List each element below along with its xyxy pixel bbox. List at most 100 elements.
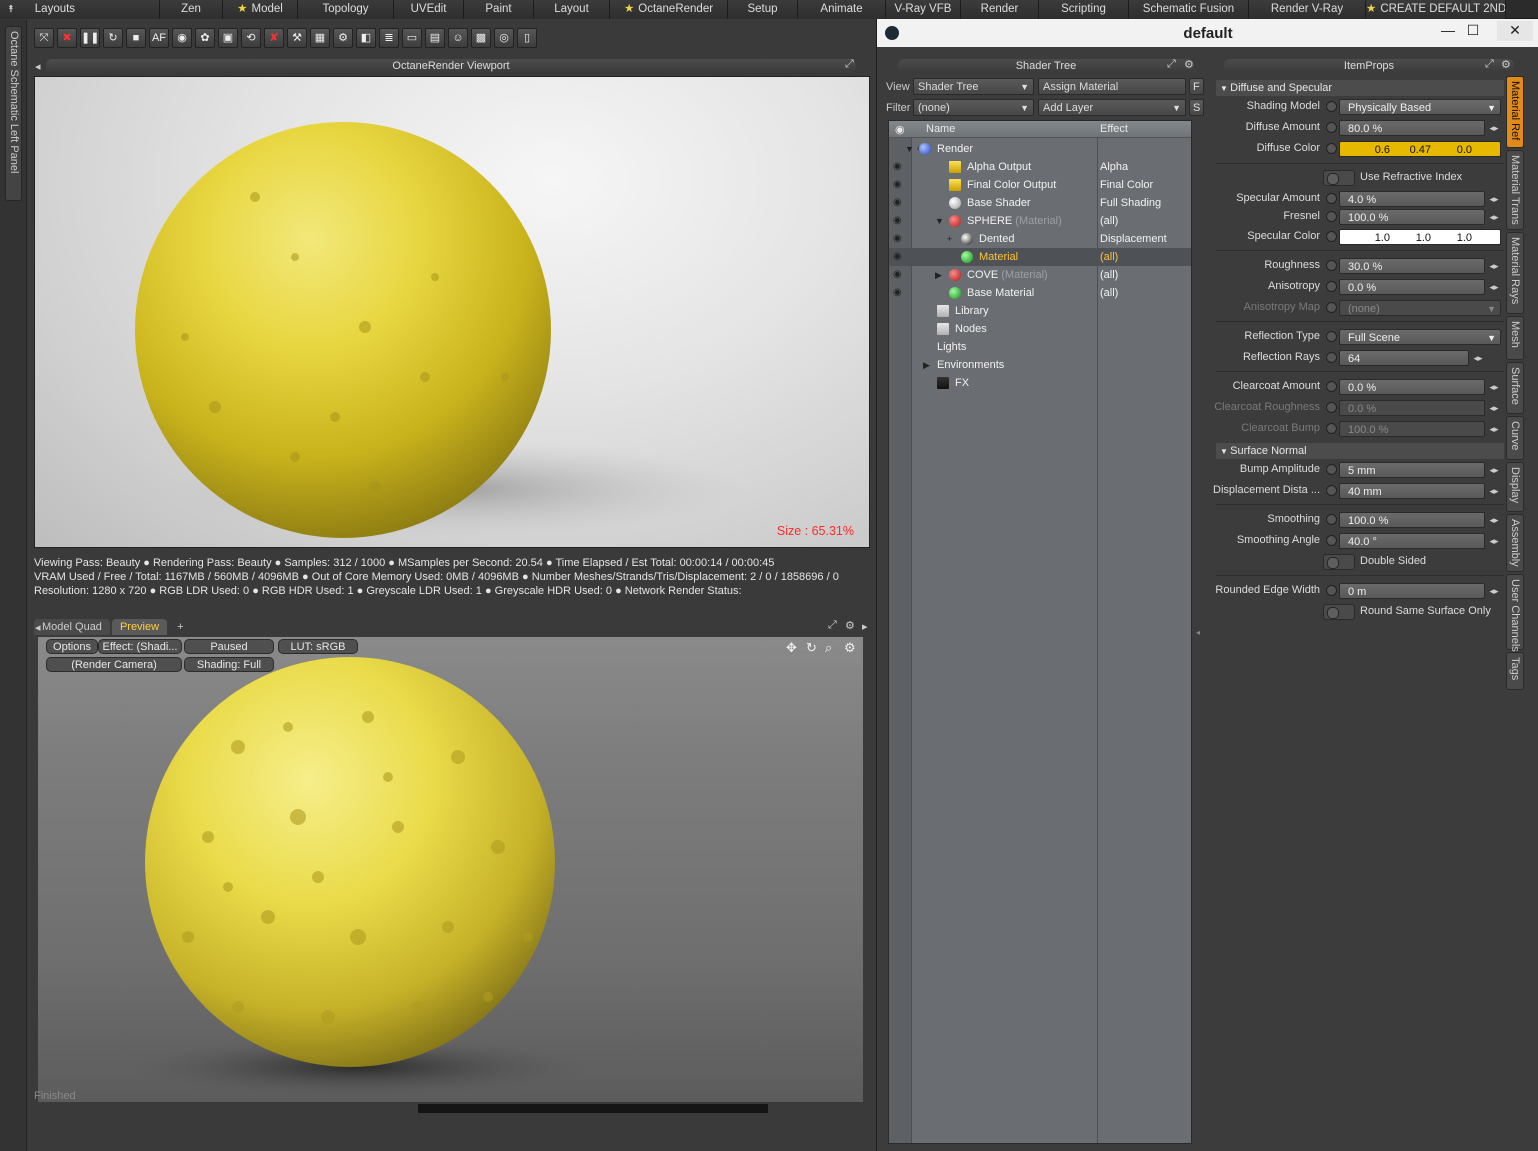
reset-icon[interactable]: ⟲ bbox=[241, 28, 261, 48]
layout-tab-11[interactable]: Render bbox=[961, 0, 1039, 19]
anisotropy-spinner-icon[interactable]: ◂▸ bbox=[1487, 280, 1501, 294]
tree-row[interactable]: ◉ Base Shader Full Shading bbox=[889, 194, 1191, 212]
lut-dropdown[interactable]: LUT: sRGB bbox=[278, 639, 358, 654]
anisotropy-field[interactable]: 0.0 % bbox=[1339, 279, 1485, 295]
eye-icon[interactable]: ◉ bbox=[893, 176, 902, 194]
specular-amount-field[interactable]: 4.0 % bbox=[1339, 191, 1485, 207]
assign-material-button[interactable]: Assign Material bbox=[1038, 78, 1186, 95]
roughness-field[interactable]: 30.0 % bbox=[1339, 258, 1485, 274]
film-icon[interactable]: ◎ bbox=[494, 28, 514, 48]
displacement-distance-keyframe-icon[interactable] bbox=[1326, 485, 1337, 496]
tree-row[interactable]: ◉ Alpha Output Alpha bbox=[889, 158, 1191, 176]
column-name[interactable]: Name bbox=[926, 123, 955, 135]
clearcoat-bump-field[interactable]: 100.0 % bbox=[1339, 421, 1485, 437]
maximize-icon-2[interactable]: ⤢ bbox=[828, 619, 837, 632]
filter-dropdown[interactable]: (none) ▼ bbox=[913, 99, 1034, 116]
side-tab-1[interactable]: Material Trans bbox=[1506, 150, 1524, 230]
layout-tab-0[interactable]: ⯭ Layouts bbox=[0, 0, 160, 19]
tree-row[interactable]: ▼ + Render bbox=[889, 140, 1191, 158]
tab-model-quad[interactable]: Model Quad bbox=[34, 619, 110, 635]
color-icon[interactable]: ✿ bbox=[195, 28, 215, 48]
layout-tab-7[interactable]: ★ OctaneRender bbox=[610, 0, 728, 19]
fresnel-spinner-icon[interactable]: ◂▸ bbox=[1487, 210, 1501, 224]
reflection-rays-spinner-icon[interactable]: ◂▸ bbox=[1471, 351, 1485, 365]
region-icon[interactable]: ▣ bbox=[218, 28, 238, 48]
s-button[interactable]: S bbox=[1189, 99, 1204, 116]
layout-tab-3[interactable]: Topology bbox=[298, 0, 394, 19]
section-surface-normal[interactable]: ▼ Surface Normal bbox=[1216, 443, 1504, 459]
stop-red-icon[interactable]: ✖ bbox=[57, 28, 77, 48]
doc-icon[interactable]: ▯ bbox=[517, 28, 537, 48]
shader-tree-maximize-icon[interactable]: ⤢ bbox=[1167, 58, 1176, 71]
smoothing-keyframe-icon[interactable] bbox=[1326, 514, 1337, 525]
zoom-icon[interactable]: ⌕ bbox=[825, 640, 832, 656]
reflection-type-field[interactable]: Full Scene ▼ bbox=[1339, 329, 1501, 345]
anisotropy-map-field[interactable]: (none) ▼ bbox=[1339, 300, 1501, 316]
rounded-edge-width-field[interactable]: 0 m bbox=[1339, 583, 1485, 599]
octane-schematic-left-panel-tab[interactable]: Octane Schematic Left Panel bbox=[5, 26, 22, 201]
bump-amplitude-keyframe-icon[interactable] bbox=[1326, 464, 1337, 475]
fresnel-keyframe-icon[interactable] bbox=[1326, 211, 1337, 222]
smoothing-angle-spinner-icon[interactable]: ◂▸ bbox=[1487, 534, 1501, 548]
clearcoat-bump-spinner-icon[interactable]: ◂▸ bbox=[1487, 422, 1501, 436]
clearcoat-roughness-spinner-icon[interactable]: ◂▸ bbox=[1487, 401, 1501, 415]
effect-dropdown[interactable]: Effect: (Shadi... bbox=[98, 639, 182, 654]
octane-render-viewport[interactable]: Size : 65.31% bbox=[34, 76, 870, 548]
diffuse-amount-spinner-icon[interactable]: ◂▸ bbox=[1487, 121, 1501, 135]
shader-tree-gear-icon[interactable]: ⚙ bbox=[1184, 58, 1194, 71]
viewport-settings-icon[interactable]: ⚙ bbox=[844, 640, 856, 656]
layout-tab-10[interactable]: V-Ray VFB bbox=[886, 0, 961, 19]
settings-icon[interactable]: ⚙ bbox=[333, 28, 353, 48]
tree-row[interactable]: FX bbox=[889, 374, 1191, 392]
eye-icon[interactable]: ◉ bbox=[893, 284, 902, 302]
displacement-distance-spinner-icon[interactable]: ◂▸ bbox=[1487, 484, 1501, 498]
side-tab-6[interactable]: Display bbox=[1506, 462, 1524, 512]
specular-amount-keyframe-icon[interactable] bbox=[1326, 193, 1337, 204]
red-x-icon[interactable]: ✘ bbox=[264, 28, 284, 48]
maximize-button[interactable]: ☐ bbox=[1458, 21, 1488, 41]
splitter-handle[interactable]: ◂ bbox=[1196, 628, 1200, 637]
monitor-icon[interactable]: ▤ bbox=[425, 28, 445, 48]
tree-row[interactable]: Nodes bbox=[889, 320, 1191, 338]
pause-icon[interactable]: ❚❚ bbox=[80, 28, 100, 48]
afi-icon[interactable]: AF bbox=[149, 28, 169, 48]
clearcoat-roughness-keyframe-icon[interactable] bbox=[1326, 402, 1337, 413]
options-button[interactable]: Options bbox=[46, 639, 98, 654]
tree-row[interactable]: ◉ ▶ COVE (Material) (all) bbox=[889, 266, 1191, 284]
double-sided-checkbox[interactable] bbox=[1323, 554, 1355, 570]
side-tab-5[interactable]: Curve bbox=[1506, 416, 1524, 460]
tree-row[interactable]: ◉ Final Color Output Final Color bbox=[889, 176, 1191, 194]
tree-row[interactable]: Lights bbox=[889, 338, 1191, 356]
avatar-icon[interactable]: ☺ bbox=[448, 28, 468, 48]
section-diffuse-specular[interactable]: ▼ Diffuse and Specular bbox=[1216, 80, 1504, 96]
layout-tab-14[interactable]: Render V-Ray bbox=[1249, 0, 1366, 19]
layers-icon[interactable]: ≣ bbox=[379, 28, 399, 48]
clearcoat-amount-spinner-icon[interactable]: ◂▸ bbox=[1487, 380, 1501, 394]
view-dropdown[interactable]: Shader Tree ▼ bbox=[913, 78, 1034, 95]
terminal-icon[interactable]: ▭ bbox=[402, 28, 422, 48]
clearcoat-bump-keyframe-icon[interactable] bbox=[1326, 423, 1337, 434]
anisotropy-keyframe-icon[interactable] bbox=[1326, 281, 1337, 292]
anisotropy-map-keyframe-icon[interactable] bbox=[1326, 302, 1337, 313]
timeline-scrollbar[interactable] bbox=[418, 1104, 768, 1113]
shading-model-keyframe-icon[interactable] bbox=[1326, 101, 1337, 112]
column-effect[interactable]: Effect bbox=[1100, 123, 1128, 135]
tree-row[interactable]: ◉ Material (all) bbox=[889, 248, 1191, 266]
clearcoat-amount-keyframe-icon[interactable] bbox=[1326, 381, 1337, 392]
layout-tab-1[interactable]: Zen bbox=[160, 0, 223, 19]
round-same-surface-checkbox[interactable] bbox=[1323, 604, 1355, 620]
roughness-keyframe-icon[interactable] bbox=[1326, 260, 1337, 271]
checker-icon[interactable]: ▩ bbox=[471, 28, 491, 48]
side-tab-0[interactable]: Material Ref bbox=[1506, 76, 1524, 148]
side-tab-9[interactable]: Tags bbox=[1506, 652, 1524, 690]
shading-dropdown[interactable]: Shading: Full bbox=[184, 657, 274, 672]
side-tab-4[interactable]: Surface bbox=[1506, 362, 1524, 414]
rounded-edge-width-keyframe-icon[interactable] bbox=[1326, 585, 1337, 596]
tree-row[interactable]: ▶ Environments bbox=[889, 356, 1191, 374]
shader-tree-list[interactable]: ◉ Name Effect ▼ + Render ◉ Alpha Output Alph… bbox=[888, 120, 1192, 1144]
fresnel-field[interactable]: 100.0 % bbox=[1339, 209, 1485, 225]
diffuse-color-swatch[interactable]: 0.6 0.47 0.0 bbox=[1339, 141, 1501, 157]
layout-tab-9[interactable]: Animate bbox=[798, 0, 886, 19]
use-refractive-index-checkbox[interactable] bbox=[1323, 170, 1355, 186]
roughness-spinner-icon[interactable]: ◂▸ bbox=[1487, 259, 1501, 273]
